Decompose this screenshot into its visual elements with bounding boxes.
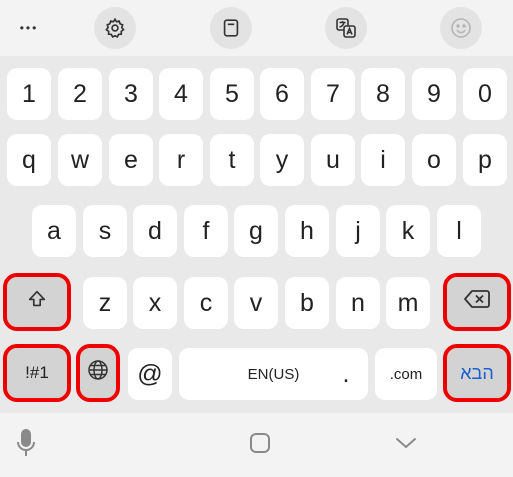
key-e[interactable]: e [109, 134, 153, 186]
hide-keyboard-icon [394, 435, 418, 456]
navigation-bar [0, 413, 513, 477]
key-z[interactable]: z [83, 277, 127, 329]
key-1[interactable]: 1 [7, 68, 51, 120]
home-icon [249, 432, 271, 459]
symbols-key[interactable]: !#1 [3, 344, 71, 402]
settings-icon [104, 17, 126, 39]
enter-key[interactable]: הבא [443, 344, 511, 402]
key-h[interactable]: h [285, 205, 329, 257]
microphone-button[interactable] [8, 427, 44, 463]
key-o[interactable]: o [412, 134, 456, 186]
key-i[interactable]: i [361, 134, 405, 186]
backspace-icon [463, 288, 491, 317]
dotcom-key[interactable]: .com [375, 348, 437, 400]
key-8[interactable]: 8 [361, 68, 405, 120]
key-0[interactable]: 0 [463, 68, 507, 120]
emoji-icon [449, 16, 473, 40]
backspace-key[interactable] [443, 273, 511, 331]
key-g[interactable]: g [234, 205, 278, 257]
key-5[interactable]: 5 [210, 68, 254, 120]
key-9[interactable]: 9 [412, 68, 456, 120]
translate-icon [334, 16, 358, 40]
key-6[interactable]: 6 [260, 68, 304, 120]
key-4[interactable]: 4 [159, 68, 203, 120]
key-j[interactable]: j [336, 205, 380, 257]
hide-keyboard-button[interactable] [388, 427, 424, 463]
key-m[interactable]: m [386, 277, 430, 329]
keyboard-toolbar: ••• [0, 0, 513, 56]
home-button[interactable] [242, 427, 278, 463]
key-7[interactable]: 7 [311, 68, 355, 120]
key-v[interactable]: v [234, 277, 278, 329]
key-w[interactable]: w [58, 134, 102, 186]
key-p[interactable]: p [463, 134, 507, 186]
language-key[interactable] [76, 344, 120, 402]
key-q[interactable]: q [7, 134, 51, 186]
clipboard-button[interactable] [210, 7, 252, 49]
more-options-button[interactable]: ••• [8, 7, 50, 49]
key-n[interactable]: n [336, 277, 380, 329]
microphone-icon [15, 428, 37, 463]
globe-icon [86, 358, 110, 389]
keyboard: 1 2 3 4 5 6 7 8 9 0 q w e r t y u i o p … [0, 56, 513, 413]
key-y[interactable]: y [260, 134, 304, 186]
shift-icon [26, 288, 48, 317]
settings-button[interactable] [94, 7, 136, 49]
key-a[interactable]: a [32, 205, 76, 257]
translate-button[interactable] [325, 7, 367, 49]
period-key[interactable]: . [324, 348, 368, 400]
at-key[interactable]: @ [128, 348, 172, 400]
key-k[interactable]: k [386, 205, 430, 257]
key-t[interactable]: t [210, 134, 254, 186]
key-l[interactable]: l [437, 205, 481, 257]
key-s[interactable]: s [83, 205, 127, 257]
key-r[interactable]: r [159, 134, 203, 186]
key-c[interactable]: c [184, 277, 228, 329]
emoji-button[interactable] [440, 7, 482, 49]
key-b[interactable]: b [285, 277, 329, 329]
shift-key[interactable] [3, 273, 71, 331]
clipboard-icon [220, 17, 242, 39]
key-d[interactable]: d [133, 205, 177, 257]
key-3[interactable]: 3 [109, 68, 153, 120]
key-f[interactable]: f [184, 205, 228, 257]
key-x[interactable]: x [133, 277, 177, 329]
key-2[interactable]: 2 [58, 68, 102, 120]
key-u[interactable]: u [311, 134, 355, 186]
